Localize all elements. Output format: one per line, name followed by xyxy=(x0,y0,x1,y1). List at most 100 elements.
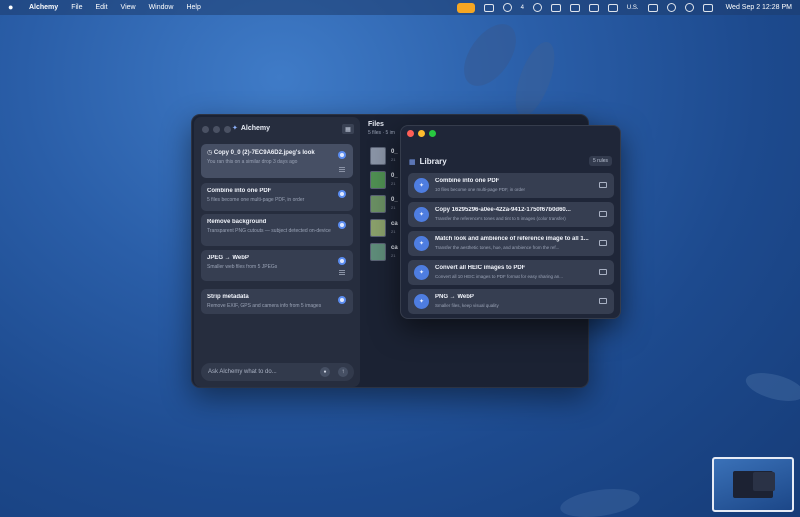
task-subtitle: 5 files become one multi-page PDF, in or… xyxy=(207,197,305,203)
file-thumbnail xyxy=(370,147,386,165)
status-area: 4 U.S. Wed Sep 2 12:28 PM xyxy=(456,2,792,13)
menu-help[interactable]: Help xyxy=(186,4,200,11)
thumbnail-library xyxy=(753,472,775,491)
run-rule-icon[interactable] xyxy=(599,182,607,188)
file-meta: 21 xyxy=(391,253,396,258)
menu-app-name[interactable]: Alchemy xyxy=(29,4,58,11)
ask-input[interactable]: Ask Alchemy what to do... ● ↑ xyxy=(201,363,354,381)
task-card-strip-metadata[interactable]: Strip metadata Remove EXIF, GPS and came… xyxy=(201,289,353,314)
options-icon[interactable] xyxy=(339,167,345,172)
status-badge-count[interactable]: 4 xyxy=(521,5,524,11)
wand-icon: ✦ xyxy=(414,294,429,309)
task-title: JPEG → WebP xyxy=(207,255,249,261)
rule-subtitle: Convert all 10 HEIC images to PDF format… xyxy=(435,274,564,279)
file-meta: 21 xyxy=(391,229,396,234)
input-source-label[interactable]: U.S. xyxy=(627,5,639,11)
task-card-remove-background[interactable]: Remove background Transparent PNG cutout… xyxy=(201,214,353,246)
rule-card[interactable]: ✦ Convert all HEIC images to PDF Convert… xyxy=(408,260,614,285)
library-window: ▦ Library 5 rules ✦ Combine into one PDF… xyxy=(400,125,621,319)
whale-shape xyxy=(453,14,527,96)
window-title: ✦ Alchemy xyxy=(232,124,271,133)
file-thumbnail xyxy=(370,243,386,261)
run-rule-icon[interactable] xyxy=(599,298,607,304)
control-center-icon[interactable] xyxy=(702,3,713,12)
rule-card[interactable]: ✦ Combine into one PDF 10 files become o… xyxy=(408,173,614,198)
screenshot-preview-thumbnail[interactable] xyxy=(712,457,794,512)
library-title: ▦ Library xyxy=(409,157,447,166)
run-icon[interactable] xyxy=(338,190,346,198)
rule-title: PNG → WebP xyxy=(435,294,474,300)
task-subtitle: Remove EXIF, GPS and camera info from 5 … xyxy=(207,303,322,309)
task-title: Remove background xyxy=(207,219,267,225)
keyboard-icon[interactable] xyxy=(607,3,618,12)
task-card-jpeg-webp[interactable]: JPEG → WebP Smaller web files from 5 JPE… xyxy=(201,250,353,281)
zoom-button[interactable] xyxy=(429,130,436,137)
file-name: 0_ xyxy=(391,173,398,179)
wifi-icon[interactable] xyxy=(666,3,676,12)
run-rule-icon[interactable] xyxy=(599,240,607,246)
screen-icon[interactable] xyxy=(483,3,494,12)
run-rule-icon[interactable] xyxy=(599,269,607,275)
whale-shape xyxy=(507,37,563,121)
ask-placeholder: Ask Alchemy what to do... xyxy=(208,369,277,375)
wand-icon: ✦ xyxy=(414,207,429,222)
rule-card[interactable]: ✦ Match look and ambience of reference i… xyxy=(408,231,614,256)
minimize-button[interactable] xyxy=(213,126,220,133)
window-controls xyxy=(202,126,231,133)
sidebar: ✦ Alchemy ▦ ◷ Copy 0_0 (2)-7EC9A6D2.jpeg… xyxy=(194,117,360,387)
minimize-button[interactable] xyxy=(418,130,425,137)
run-icon[interactable] xyxy=(338,151,346,159)
task-subtitle: You ran this on a similar drop 3 days ag… xyxy=(207,159,298,165)
apple-menu-icon[interactable]: ● xyxy=(8,3,17,12)
file-meta: 21 xyxy=(391,205,396,210)
files-header: Files 5 files · 5 im xyxy=(368,121,395,136)
files-subtitle: 5 files · 5 im xyxy=(368,130,395,136)
lock-icon[interactable] xyxy=(569,3,580,12)
zoom-button[interactable] xyxy=(224,126,231,133)
task-card-copy-look[interactable]: ◷ Copy 0_0 (2)-7EC9A6D2.jpeg's look You … xyxy=(201,144,353,178)
menu-window[interactable]: Window xyxy=(149,4,174,11)
rule-card[interactable]: ✦ PNG → WebP Smaller files, keep visual … xyxy=(408,289,614,314)
file-name: ca xyxy=(391,221,398,227)
file-thumbnail xyxy=(370,219,386,237)
rule-subtitle: Transfer the aesthetic tones, hue, and a… xyxy=(435,245,560,250)
rule-count-badge: 5 rules xyxy=(588,156,612,166)
display-icon[interactable] xyxy=(588,3,599,12)
rule-title: Copy 16295296-a0ee-422a-9412-1750f67b0d6… xyxy=(435,207,571,213)
run-rule-icon[interactable] xyxy=(599,211,607,217)
options-icon[interactable] xyxy=(339,270,345,275)
whale-shape xyxy=(742,367,800,407)
send-arrow-icon[interactable]: ↑ xyxy=(338,367,348,377)
files-title: Files xyxy=(368,121,384,128)
battery-icon[interactable] xyxy=(647,3,658,12)
sparkle-icon: ✦ xyxy=(232,125,238,132)
microphone-icon[interactable]: ● xyxy=(320,367,330,377)
search-icon[interactable] xyxy=(684,3,694,12)
menu-edit[interactable]: Edit xyxy=(95,4,107,11)
rule-title: Match look and ambience of reference ima… xyxy=(435,236,589,242)
rule-title: Combine into one PDF xyxy=(435,178,500,184)
wand-icon: ✦ xyxy=(414,236,429,251)
rule-subtitle: Transfer the reference's tones and tint … xyxy=(435,216,566,221)
close-button[interactable] xyxy=(407,130,414,137)
library-toggle-button[interactable]: ▦ xyxy=(342,124,354,134)
run-icon[interactable] xyxy=(338,296,346,304)
task-title: Strip metadata xyxy=(207,294,249,300)
alchemy-status-icon[interactable] xyxy=(456,2,475,13)
menu-file[interactable]: File xyxy=(71,4,82,11)
menu-view[interactable]: View xyxy=(121,4,136,11)
wand-icon: ✦ xyxy=(414,265,429,280)
rule-subtitle: Smaller files, keep visual quality xyxy=(435,303,499,308)
task-card-combine-pdf[interactable]: Combine into one PDF 5 files become one … xyxy=(201,183,353,211)
run-icon[interactable] xyxy=(338,257,346,265)
menu-clock[interactable]: Wed Sep 2 12:28 PM xyxy=(726,4,792,11)
rule-card[interactable]: ✦ Copy 16295296-a0ee-422a-9412-1750f67b0… xyxy=(408,202,614,227)
run-icon[interactable] xyxy=(338,221,346,229)
close-button[interactable] xyxy=(202,126,209,133)
script-icon[interactable] xyxy=(502,3,512,12)
eye-icon[interactable] xyxy=(532,3,542,12)
cloud-icon[interactable] xyxy=(550,3,561,12)
file-meta: 21 xyxy=(391,157,396,162)
wand-icon: ✦ xyxy=(414,178,429,193)
file-meta: 21 xyxy=(391,181,396,186)
